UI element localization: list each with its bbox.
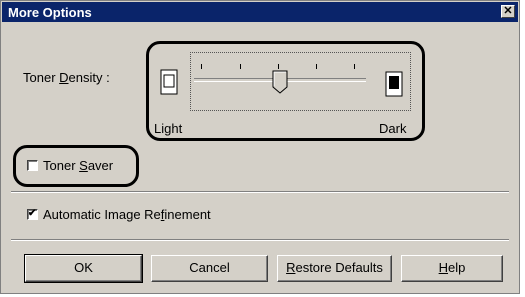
separator — [11, 239, 509, 241]
auto-refinement-checkbox[interactable]: ✔ — [27, 208, 38, 220]
close-button[interactable]: ✕ — [501, 5, 515, 18]
ok-button[interactable]: OK — [24, 254, 143, 283]
slider-tick — [278, 64, 279, 69]
slider-thumb[interactable] — [272, 70, 288, 94]
toner-saver-checkbox[interactable] — [27, 160, 38, 171]
help-button[interactable]: Help — [401, 255, 503, 282]
light-label: Light — [154, 121, 183, 136]
toner-saver-label[interactable]: Toner Saver — [43, 158, 113, 173]
slider-tick — [201, 64, 202, 69]
restore-defaults-button[interactable]: Restore Defaults — [277, 255, 392, 282]
dialog-title: More Options — [8, 5, 92, 20]
slider-tick — [316, 64, 317, 69]
auto-refinement-label[interactable]: Automatic Image Refinement — [43, 207, 211, 222]
cancel-button[interactable]: Cancel — [151, 255, 268, 282]
slider-tick — [354, 64, 355, 69]
close-icon: ✕ — [503, 5, 513, 17]
separator — [11, 191, 509, 193]
light-toner-icon — [160, 69, 178, 95]
toner-density-label: Toner Density : — [23, 70, 110, 85]
dark-label: Dark — [379, 121, 407, 136]
dark-toner-icon — [385, 71, 403, 97]
more-options-dialog: More Options ✕ Toner Density : Light Dar… — [0, 0, 520, 294]
slider-tick — [240, 64, 241, 69]
check-icon: ✔ — [28, 208, 37, 219]
title-bar: More Options ✕ — [2, 2, 518, 22]
